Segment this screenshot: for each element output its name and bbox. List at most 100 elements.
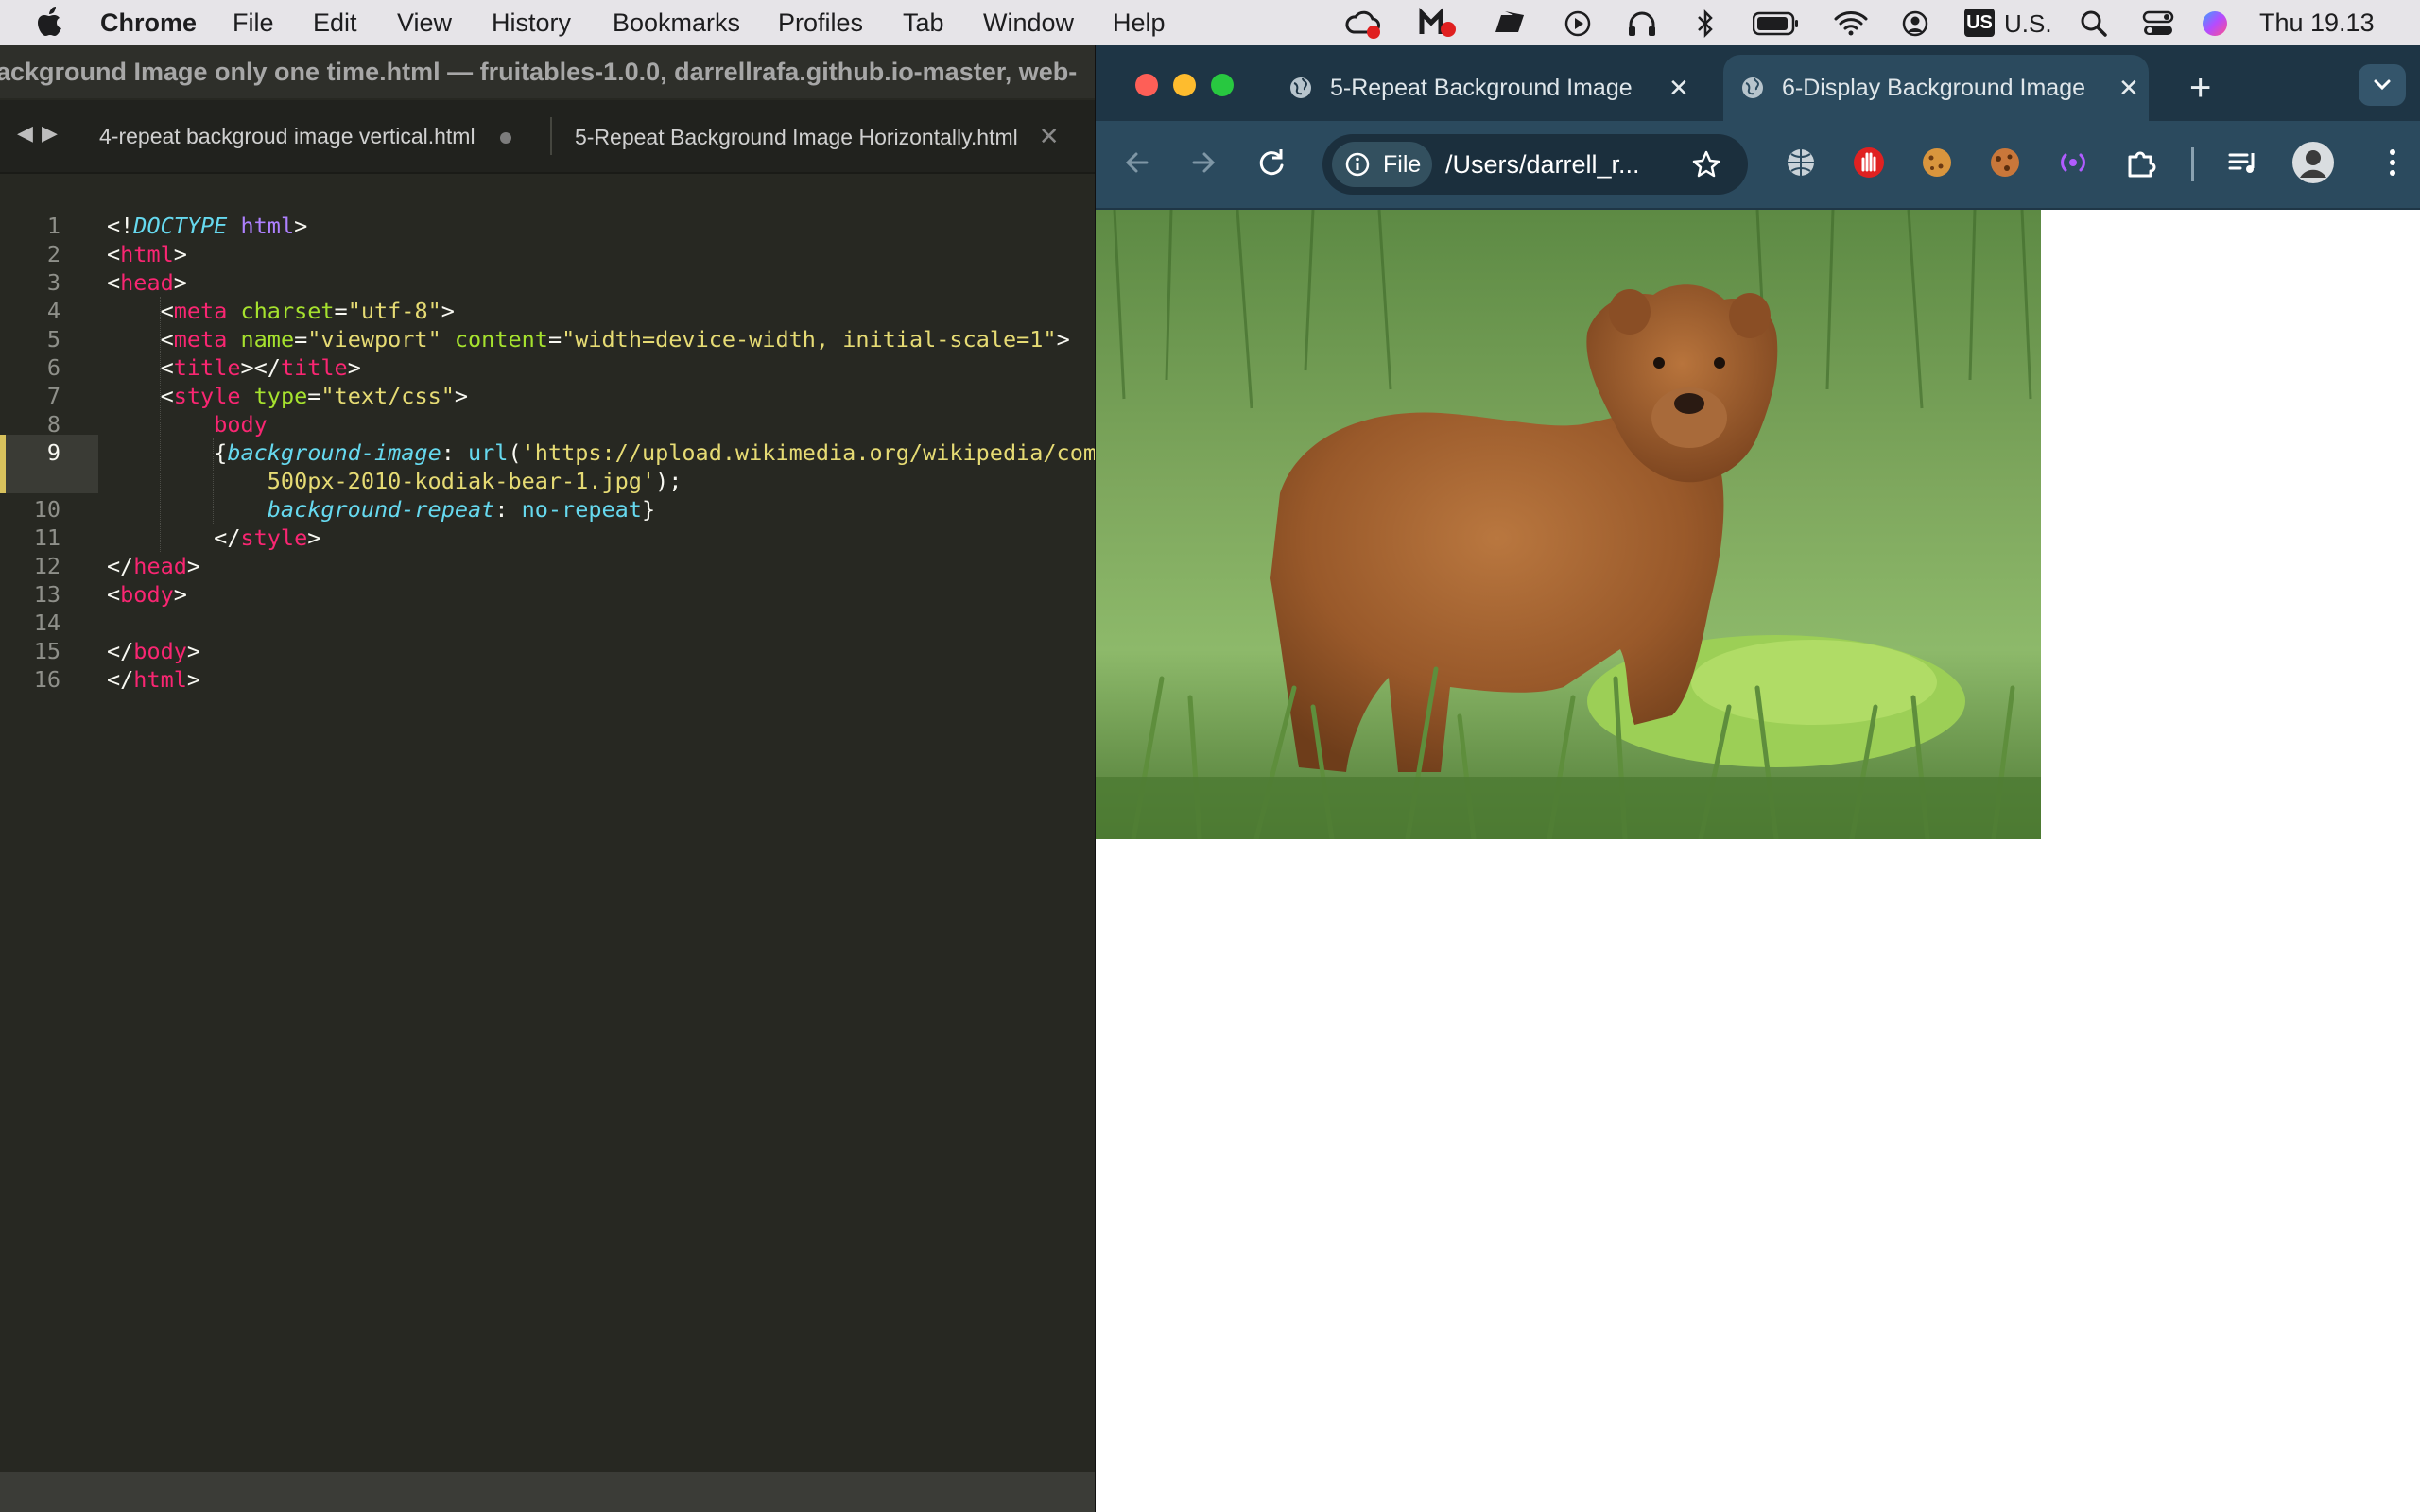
- code-token: <: [107, 326, 174, 352]
- more-menu-icon[interactable]: [2374, 144, 2411, 181]
- code-line[interactable]: 12 </head>: [0, 552, 1095, 580]
- tab-divider: [550, 117, 552, 155]
- code-text: <style type="text/css">: [107, 382, 468, 410]
- code-token: <: [107, 581, 121, 608]
- input-source-badge[interactable]: US: [1964, 9, 1995, 37]
- screenshot-tool-icon[interactable]: [1492, 8, 1530, 38]
- control-center-icon[interactable]: [2142, 9, 2174, 38]
- play-icon[interactable]: [1564, 9, 1592, 38]
- editor-window-title: ackground Image only one time.html — fru…: [0, 45, 1095, 98]
- code-line[interactable]: 2 <html>: [0, 240, 1095, 268]
- menu-file[interactable]: File: [233, 9, 274, 38]
- code-line[interactable]: 13 <body>: [0, 580, 1095, 609]
- code-token: </: [107, 553, 134, 579]
- code-text: <body>: [107, 580, 187, 609]
- reload-icon[interactable]: [1253, 144, 1290, 181]
- menu-profiles[interactable]: Profiles: [778, 9, 863, 38]
- close-tab-icon[interactable]: ✕: [1039, 122, 1060, 150]
- code-line[interactable]: 4 <meta charset="utf-8">: [0, 297, 1095, 325]
- media-controls-icon[interactable]: [2224, 144, 2262, 181]
- address-bar[interactable]: File /Users/darrell_r...: [1322, 134, 1748, 195]
- site-info-chip[interactable]: File: [1332, 142, 1432, 187]
- browser-tab-strip: 5-Repeat Background Image H ✕ 6-Display …: [1096, 45, 2420, 121]
- code-line[interactable]: 3 <head>: [0, 268, 1095, 297]
- forward-arrow-icon[interactable]: [1184, 144, 1222, 181]
- browser-tab-repeat-horizontally[interactable]: 5-Repeat Background Image H ✕: [1271, 55, 1706, 121]
- code-text: {background-image: url('https://upload.w…: [107, 438, 1095, 467]
- code-text: </style>: [107, 524, 320, 552]
- mail-app-icon[interactable]: [1418, 6, 1458, 40]
- app-menu-chrome[interactable]: Chrome: [100, 9, 197, 38]
- code-token: }: [641, 496, 656, 523]
- code-line[interactable]: 500px-2010-kodiak-bear-1.jpg');: [0, 467, 1095, 495]
- code-line[interactable]: 14: [0, 609, 1095, 637]
- code-line[interactable]: 6 <title></title>: [0, 353, 1095, 382]
- profile-avatar[interactable]: [2290, 140, 2336, 185]
- code-token: >: [186, 553, 201, 579]
- code-line[interactable]: 5 <meta name="viewport" content="width=d…: [0, 325, 1095, 353]
- cookie-extension-icon[interactable]: [1918, 144, 1956, 181]
- url-text[interactable]: /Users/darrell_r...: [1445, 134, 1640, 195]
- new-tab-button[interactable]: +: [2189, 55, 2211, 121]
- headphones-icon[interactable]: [1627, 9, 1657, 38]
- spotlight-search-icon[interactable]: [2080, 9, 2108, 38]
- code-line[interactable]: 11 </style>: [0, 524, 1095, 552]
- creative-cloud-icon[interactable]: [1344, 8, 1384, 40]
- code-line[interactable]: 7 <style type="text/css">: [0, 382, 1095, 410]
- code-token: background-repeat: [267, 496, 495, 523]
- code-editor-window: ackground Image only one time.html — fru…: [0, 45, 1095, 1512]
- bluetooth-icon[interactable]: [1696, 9, 1715, 39]
- code-token: =: [547, 326, 562, 352]
- code-token: =: [294, 326, 308, 352]
- browser-tab-display-once[interactable]: 6-Display Background Image ✕: [1723, 55, 2149, 121]
- menu-history[interactable]: History: [492, 9, 571, 38]
- close-tab-icon[interactable]: ✕: [1668, 55, 1689, 121]
- window-close-button[interactable]: [1135, 74, 1158, 96]
- code-line[interactable]: 8 body: [0, 410, 1095, 438]
- menu-bar-clock[interactable]: Thu 19.13: [2259, 9, 2375, 38]
- code-text: </html>: [107, 665, 200, 694]
- code-line[interactable]: 9 {background-image: url('https://upload…: [0, 438, 1095, 467]
- unsaved-dot-icon[interactable]: [499, 131, 511, 144]
- extensions-puzzle-icon[interactable]: [2122, 144, 2160, 181]
- tab-search-button[interactable]: [2359, 64, 2406, 106]
- editor-tab-repeat-vertical[interactable]: 4-repeat backgroud image vertical.html: [99, 100, 511, 172]
- menu-window[interactable]: Window: [983, 9, 1074, 38]
- menu-bookmarks[interactable]: Bookmarks: [613, 9, 740, 38]
- input-source-label[interactable]: U.S.: [2004, 9, 2052, 39]
- wifi-icon[interactable]: [1834, 9, 1868, 36]
- code-line[interactable]: 16 </html>: [0, 665, 1095, 694]
- code-token: =: [334, 298, 348, 324]
- battery-icon[interactable]: [1753, 11, 1800, 36]
- siri-icon[interactable]: [2201, 9, 2229, 38]
- kodiak-bear-background-image: [1096, 210, 2041, 839]
- broadcast-extension-icon[interactable]: [2054, 144, 2092, 181]
- menu-edit[interactable]: Edit: [313, 9, 357, 38]
- apple-menu-icon[interactable]: [36, 6, 66, 38]
- window-zoom-button[interactable]: [1211, 74, 1234, 96]
- back-arrow-icon[interactable]: [1118, 144, 1156, 181]
- user-account-icon[interactable]: [1901, 9, 1929, 38]
- line-number: 7: [46, 383, 60, 409]
- editor-tab-bar: ◀ ▶ 4-repeat backgroud image vertical.ht…: [0, 100, 1095, 174]
- code-text: 500px-2010-kodiak-bear-1.jpg');: [107, 467, 683, 495]
- cookie-editor-extension-icon[interactable]: [1986, 144, 2024, 181]
- editor-tab-repeat-horizontal[interactable]: 5-Repeat Background Image Horizontally.h…: [575, 100, 1060, 172]
- stop-hand-extension-icon[interactable]: [1850, 144, 1888, 181]
- code-token: background-image: [227, 439, 441, 466]
- menu-help[interactable]: Help: [1113, 9, 1166, 38]
- code-token: </: [107, 524, 241, 551]
- menu-tab[interactable]: Tab: [903, 9, 944, 38]
- tab-scroll-right-icon[interactable]: ▶: [42, 121, 58, 146]
- window-minimize-button[interactable]: [1173, 74, 1196, 96]
- line-number: 3: [46, 269, 60, 296]
- close-tab-icon[interactable]: ✕: [2118, 55, 2139, 121]
- menu-view[interactable]: View: [397, 9, 452, 38]
- code-line[interactable]: 10 background-repeat: no-repeat}: [0, 495, 1095, 524]
- globe-extension-icon[interactable]: [1782, 144, 1820, 181]
- code-line[interactable]: 15 </body>: [0, 637, 1095, 665]
- code-token: body: [133, 638, 187, 664]
- tab-scroll-left-icon[interactable]: ◀: [17, 121, 33, 146]
- bookmark-star-icon[interactable]: [1691, 149, 1721, 180]
- code-line[interactable]: 1 <!DOCTYPE html>: [0, 212, 1095, 240]
